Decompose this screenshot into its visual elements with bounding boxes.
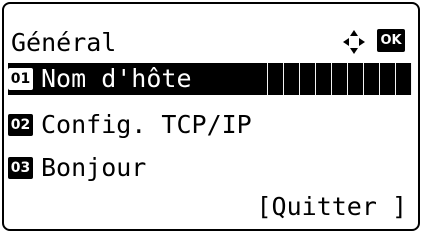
menu-item-bonjour[interactable]: 03 Bonjour — [8, 149, 412, 187]
menu-item-label: Nom d'hôte — [41, 64, 192, 93]
navigation-hint: OK — [343, 29, 405, 57]
menu-item-number: 03 — [8, 157, 33, 179]
menu-item-label: Config. TCP/IP — [41, 110, 252, 139]
four-way-arrow-icon — [343, 30, 365, 54]
ok-key-icon: OK — [377, 29, 405, 52]
menu-item-label: Bonjour — [41, 153, 147, 182]
menu-item-nom-d-hote[interactable]: 01 Nom d'hôte — [8, 63, 412, 95]
screen-title: Général — [11, 28, 117, 57]
printer-lcd-screen: Général OK 01 Nom d'hôte 02 Config. TCP/… — [2, 2, 420, 231]
selection-grid — [267, 63, 412, 95]
quit-button[interactable]: [Quitter ] — [256, 188, 407, 226]
menu-item-config-tcp-ip[interactable]: 02 Config. TCP/IP — [8, 106, 412, 144]
menu-item-number: 01 — [8, 68, 33, 90]
menu-item-number: 02 — [8, 114, 33, 136]
